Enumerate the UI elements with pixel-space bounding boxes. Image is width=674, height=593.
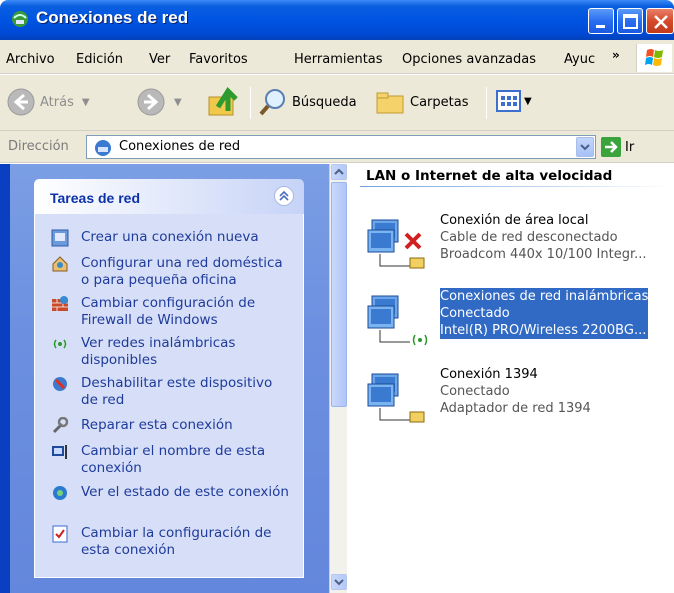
minimize-icon (596, 25, 605, 28)
scroll-down-button[interactable] (331, 574, 347, 590)
task-label: Reparar esta conexión (81, 417, 233, 433)
scroll-thumb[interactable] (331, 182, 347, 407)
address-dropdown-button[interactable] (576, 137, 594, 157)
window-title: Conexiones de red (36, 8, 189, 27)
connection-status: Conectado (440, 384, 510, 399)
windows-logo (636, 44, 672, 72)
lan-connected-icon (367, 373, 425, 423)
scroll-up-button[interactable] (331, 164, 347, 180)
maximize-icon (623, 14, 638, 29)
wireless-connected-icon (367, 295, 428, 346)
address-input[interactable]: Conexiones de red (86, 135, 596, 159)
group-header: LAN o Internet de alta velocidad (366, 168, 613, 184)
connection-name: Conexión 1394 (440, 367, 538, 382)
group-divider (360, 186, 674, 187)
menu-bar: Archivo Edición Ver Favoritos Herramient… (0, 40, 674, 74)
firewall-icon (52, 296, 68, 311)
title-bar[interactable]: Conexiones de red (0, 0, 674, 40)
connection-status: Cable de red desconectado (440, 230, 618, 245)
task-label: Cambiar la configuración de esta conexió… (81, 525, 272, 558)
task-label: Configurar una red doméstica o para pequ… (81, 255, 283, 288)
close-button[interactable] (646, 8, 674, 34)
address-label: Dirección (8, 139, 69, 154)
home-network-icon (52, 256, 68, 272)
up-folder-icon (208, 87, 238, 116)
connection-item[interactable]: Conexión 1394 Conectado Adaptador de red… (362, 366, 674, 434)
go-arrow-icon (601, 137, 621, 157)
menu-opciones-avanzadas[interactable]: Opciones avanzadas (402, 52, 536, 67)
connection-device: Broadcom 440x 10/100 Integr... (440, 247, 647, 262)
back-label: Atrás (40, 94, 74, 110)
menu-edicion[interactable]: Edición (76, 52, 123, 67)
up-folder-button[interactable] (206, 83, 240, 119)
menu-herramientas[interactable]: Herramientas (294, 52, 383, 67)
forward-button[interactable]: ▼ (136, 87, 182, 117)
chevron-up-icon (279, 190, 289, 201)
wireless-icon (53, 339, 67, 349)
windows-flag-icon (645, 49, 663, 66)
search-button[interactable]: Búsqueda (258, 87, 357, 117)
minimize-button[interactable] (588, 8, 614, 34)
forward-arrow-icon (137, 88, 165, 116)
search-label: Búsqueda (292, 94, 357, 110)
task-label: Cambiar el nombre de esta conexión (81, 443, 266, 476)
folders-label: Carpetas (410, 94, 469, 110)
connection-item[interactable]: Conexión de área local Cable de red desc… (362, 212, 674, 280)
menu-overflow-icon[interactable]: » (612, 48, 620, 62)
views-icon (496, 90, 521, 112)
go-button[interactable]: Ir (601, 137, 634, 157)
disable-device-icon (53, 377, 67, 391)
toolbar: Atrás ▼ ▼ Búsqueda Carpetas ▼ (0, 75, 674, 131)
network-tasks-header[interactable]: Tareas de red (34, 179, 304, 214)
back-dropdown-icon[interactable]: ▼ (82, 97, 90, 108)
folders-icon (376, 92, 404, 114)
new-connection-icon (51, 229, 69, 247)
repair-icon (52, 417, 69, 434)
toolbar-separator (486, 87, 487, 119)
task-label: Ver redes inalámbricas disponibles (81, 335, 236, 368)
rename-icon (52, 445, 67, 459)
properties-icon (52, 525, 68, 543)
network-tasks-list: Crear una conexión nueva Configurar una … (34, 214, 304, 578)
views-dropdown-icon[interactable]: ▼ (524, 96, 532, 107)
scroll-down-icon (334, 579, 344, 586)
chevron-down-icon (580, 144, 590, 151)
address-bar: Dirección Conexiones de red Ir (0, 131, 674, 163)
menu-ver[interactable]: Ver (149, 52, 170, 67)
task-label: Ver el estado de este conexión (81, 484, 289, 500)
network-connections-icon (12, 11, 28, 27)
network-connections-icon (95, 140, 111, 156)
connection-device: Intel(R) PRO/Wireless 2200BG... (440, 322, 649, 339)
task-label: Cambiar configuración de Firewall de Win… (81, 295, 256, 328)
forward-dropdown-icon[interactable]: ▼ (174, 97, 182, 108)
menu-ayuda[interactable]: Ayuc (564, 52, 595, 67)
menu-archivo[interactable]: Archivo (6, 52, 55, 67)
close-icon (654, 15, 668, 29)
toolbar-separator (250, 87, 251, 119)
status-icon (53, 486, 67, 500)
connection-status: Conectado (440, 305, 649, 322)
back-button[interactable]: Atrás ▼ (6, 87, 90, 117)
connection-name: Conexión de área local (440, 213, 589, 228)
views-button[interactable]: ▼ (496, 89, 532, 113)
scroll-up-icon (334, 168, 344, 175)
collapse-button[interactable] (274, 186, 294, 206)
connection-name: Conexiones de red inalámbricas (440, 288, 649, 305)
task-label: Crear una conexión nueva (81, 229, 259, 245)
lan-disconnected-icon (367, 219, 425, 269)
task-pane-border (0, 164, 10, 593)
menu-favoritos[interactable]: Favoritos (189, 52, 248, 67)
maximize-button[interactable] (617, 8, 643, 34)
vertical-scrollbar[interactable] (329, 164, 347, 593)
search-icon (259, 89, 285, 116)
go-label: Ir (625, 139, 635, 155)
task-label: Deshabilitar este dispositivo de red (81, 375, 273, 408)
back-arrow-icon (7, 88, 35, 116)
folders-button[interactable]: Carpetas (374, 87, 468, 117)
connection-item-selected[interactable]: Conexiones de red inalámbricas Conectado… (362, 288, 674, 356)
address-value: Conexiones de red (119, 139, 241, 154)
connection-device: Adaptador de red 1394 (440, 401, 591, 416)
network-tasks-title: Tareas de red (50, 190, 141, 206)
